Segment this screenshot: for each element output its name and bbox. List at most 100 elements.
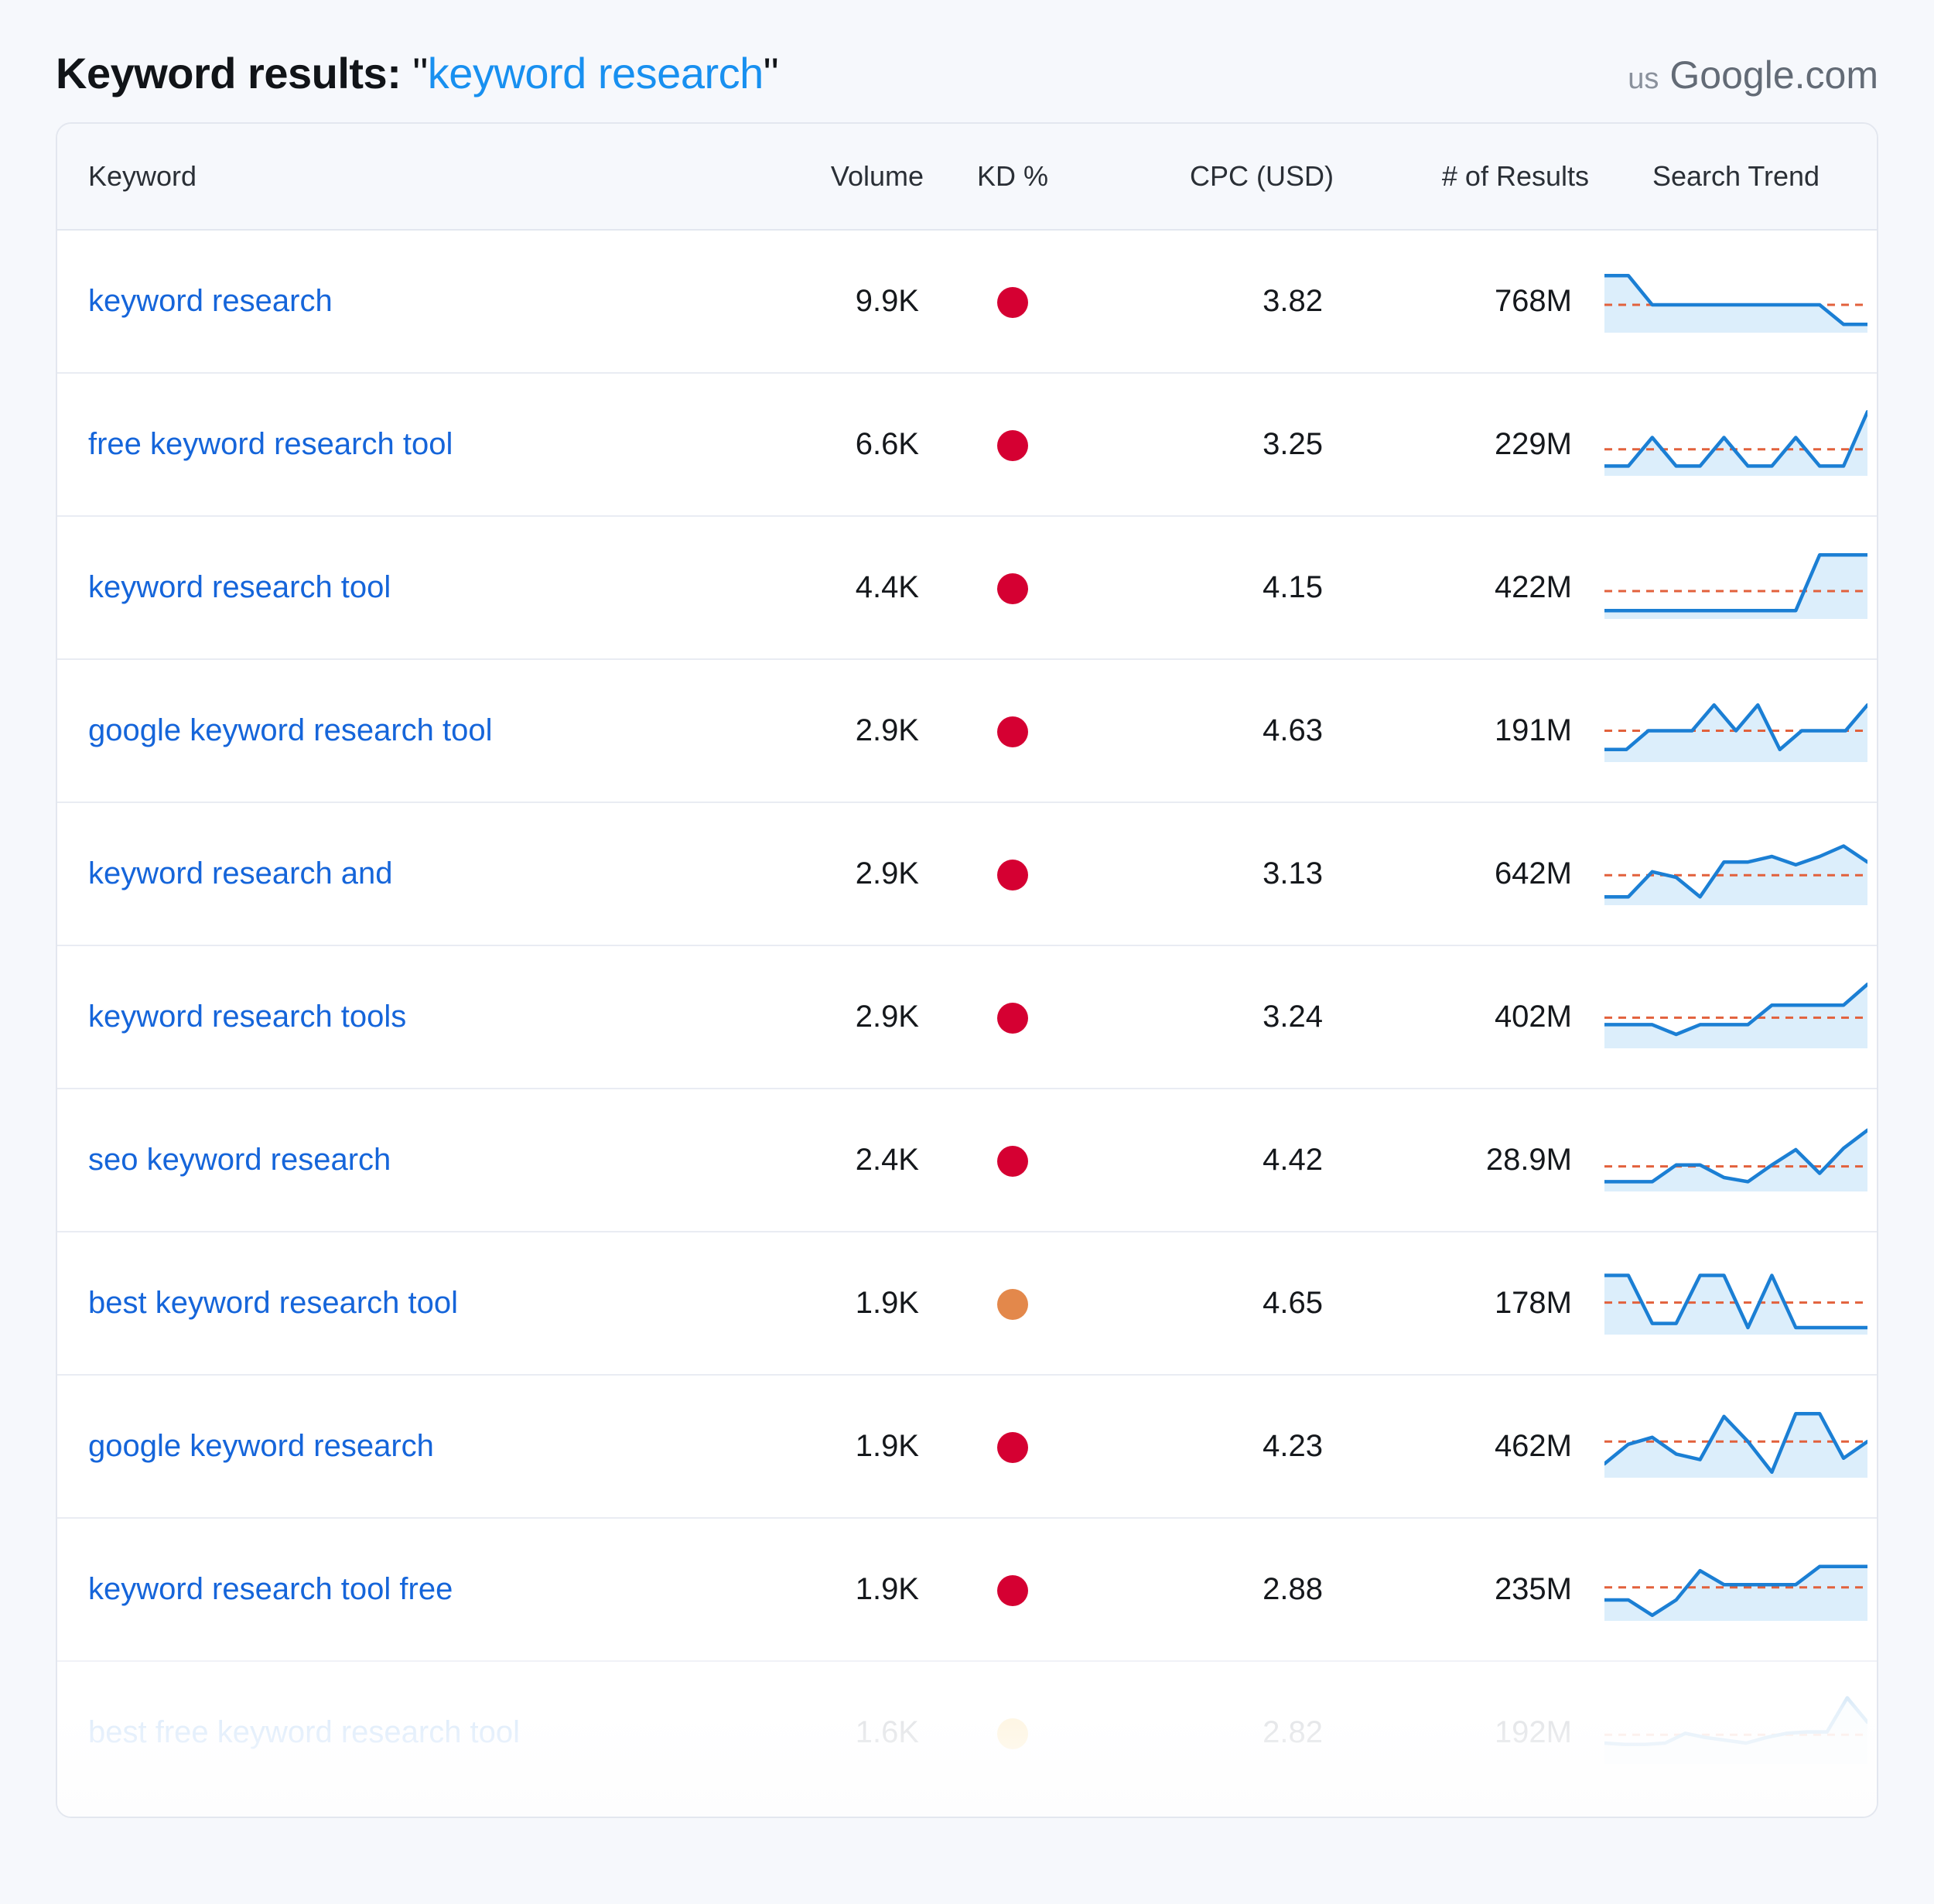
kd-difficulty-dot-very-hard: [997, 1146, 1028, 1178]
cell-cpc: 4.42: [1102, 1089, 1334, 1232]
cell-search-trend: [1589, 230, 1877, 374]
search-trend-sparkline: [1604, 255, 1867, 340]
cell-keyword: keyword research tools: [57, 945, 738, 1089]
page-title-query: keyword research: [427, 49, 764, 97]
keyword-link[interactable]: keyword research tools: [88, 1000, 406, 1034]
cell-cpc: 2.82: [1263, 1715, 1323, 1749]
keyword-link[interactable]: google keyword research tool: [88, 713, 493, 747]
kd-difficulty-dot-hard: [997, 1289, 1028, 1321]
search-trend-sparkline: [1604, 1543, 1867, 1629]
page-title: Keyword results: "keyword research": [56, 48, 779, 98]
keyword-link[interactable]: best free keyword research tool: [88, 1715, 520, 1749]
cell-kd: [924, 516, 1102, 660]
kd-difficulty-dot-very-hard: [997, 287, 1028, 319]
search-engine-label: us Google.com: [1628, 53, 1878, 97]
keyword-results-card: Keyword Volume KD % CPC (USD) # of Resul…: [56, 122, 1878, 1818]
column-header-results[interactable]: # of Results: [1334, 124, 1589, 231]
cell-cpc: 3.82: [1102, 230, 1334, 374]
cell-results: 235M: [1334, 1518, 1589, 1662]
cell-search-trend: [1589, 1661, 1877, 1803]
cell-kd: [924, 373, 1102, 517]
cell-search-trend: [1589, 1518, 1877, 1662]
table-row[interactable]: keyword research and 2.9K 3.13 642M: [57, 802, 1877, 946]
cell-volume: 1.9K: [738, 1375, 924, 1519]
cell-kd: [924, 230, 1102, 374]
keyword-link[interactable]: free keyword research tool: [88, 427, 453, 461]
keyword-link[interactable]: keyword research tool: [88, 570, 391, 604]
cell-volume: 2.9K: [738, 659, 924, 803]
cell-search-trend: [1589, 659, 1877, 803]
cell-cpc: 4.23: [1102, 1375, 1334, 1519]
column-header-keyword[interactable]: Keyword: [57, 124, 738, 231]
cell-keyword: google keyword research tool: [57, 659, 738, 803]
table-row[interactable]: google keyword research tool 2.9K 4.63 191M: [57, 659, 1877, 803]
table-row[interactable]: keyword research tool free 1.9K 2.88 235M: [57, 1518, 1877, 1662]
kd-difficulty-dot-very-hard: [997, 860, 1028, 891]
kd-difficulty-dot-very-hard: [997, 716, 1028, 748]
cell-results: 192M: [1494, 1715, 1572, 1749]
keyword-link[interactable]: google keyword research: [88, 1429, 434, 1463]
cell-volume: 2.9K: [738, 802, 924, 946]
cell-results: 642M: [1334, 802, 1589, 946]
keyword-link[interactable]: keyword research: [88, 284, 333, 318]
column-header-kd[interactable]: KD %: [924, 124, 1102, 231]
keyword-link[interactable]: keyword research tool free: [88, 1572, 453, 1606]
search-trend-sparkline: [1604, 828, 1867, 913]
table-row[interactable]: keyword research tool 4.4K 4.15 422M: [57, 516, 1877, 660]
cell-kd: [924, 802, 1102, 946]
column-header-volume[interactable]: Volume: [738, 124, 924, 231]
cell-keyword: keyword research tool: [57, 516, 738, 660]
cell-search-trend: [1589, 373, 1877, 517]
cell-cpc: 3.24: [1102, 945, 1334, 1089]
cell-keyword: free keyword research tool: [57, 373, 738, 517]
cell-keyword: keyword research and: [57, 802, 738, 946]
kd-difficulty-dot-very-hard: [997, 430, 1028, 462]
table-row[interactable]: seo keyword research 2.4K 4.42 28.9M: [57, 1089, 1877, 1232]
kd-difficulty-dot-very-hard: [997, 1432, 1028, 1464]
cell-results: 191M: [1334, 659, 1589, 803]
column-header-cpc[interactable]: CPC (USD): [1102, 124, 1334, 231]
keyword-link[interactable]: seo keyword research: [88, 1143, 391, 1177]
cell-kd: [924, 1375, 1102, 1519]
table-row[interactable]: free keyword research tool 6.6K 3.25 229M: [57, 373, 1877, 517]
cell-search-trend: [1589, 516, 1877, 660]
table-row[interactable]: best keyword research tool 1.9K 4.65 178M: [57, 1232, 1877, 1376]
cell-volume: 9.9K: [738, 230, 924, 374]
cell-keyword: best keyword research tool: [57, 1232, 738, 1376]
engine-name: Google.com: [1669, 53, 1878, 97]
cell-results: 422M: [1334, 516, 1589, 660]
table-row[interactable]: google keyword research 1.9K 4.23 462M: [57, 1375, 1877, 1519]
cell-volume: 2.4K: [738, 1089, 924, 1232]
kd-difficulty-dot-very-hard: [997, 573, 1028, 605]
cell-volume: 1.9K: [738, 1518, 924, 1662]
cell-volume: 6.6K: [738, 373, 924, 517]
cell-search-trend: [1589, 802, 1877, 946]
keyword-link[interactable]: best keyword research tool: [88, 1286, 458, 1320]
keyword-link[interactable]: keyword research and: [88, 856, 393, 890]
table-row[interactable]: best free keyword research tool 1.6K 2.82 1…: [57, 1661, 1877, 1803]
cell-results: 462M: [1334, 1375, 1589, 1519]
search-trend-sparkline: [1604, 685, 1867, 770]
table-row[interactable]: keyword research tools 2.9K 3.24 402M: [57, 945, 1877, 1089]
cell-volume: 1.6K: [855, 1715, 919, 1749]
cell-kd: [924, 1518, 1102, 1662]
table-row[interactable]: keyword research 9.9K 3.82 768M: [57, 230, 1877, 374]
cell-results: 768M: [1334, 230, 1589, 374]
cell-volume: 2.9K: [738, 945, 924, 1089]
engine-country: us: [1628, 63, 1659, 95]
table-header-row: Keyword Volume KD % CPC (USD) # of Resul…: [57, 124, 1877, 231]
cell-volume: 4.4K: [738, 516, 924, 660]
search-trend-sparkline: [1604, 971, 1867, 1056]
cell-results: 28.9M: [1334, 1089, 1589, 1232]
cell-cpc: 2.88: [1102, 1518, 1334, 1662]
keyword-results-table: Keyword Volume KD % CPC (USD) # of Resul…: [57, 124, 1877, 1803]
cell-cpc: 4.65: [1102, 1232, 1334, 1376]
cell-kd: [924, 1089, 1102, 1232]
cell-results: 178M: [1334, 1232, 1589, 1376]
cell-keyword: google keyword research: [57, 1375, 738, 1519]
table-header: Keyword Volume KD % CPC (USD) # of Resul…: [57, 124, 1877, 231]
kd-difficulty-dot-medium: [997, 1718, 1028, 1750]
column-header-trend[interactable]: Search Trend: [1589, 124, 1877, 231]
cell-kd: [924, 1232, 1102, 1376]
cell-cpc: 4.15: [1102, 516, 1334, 660]
